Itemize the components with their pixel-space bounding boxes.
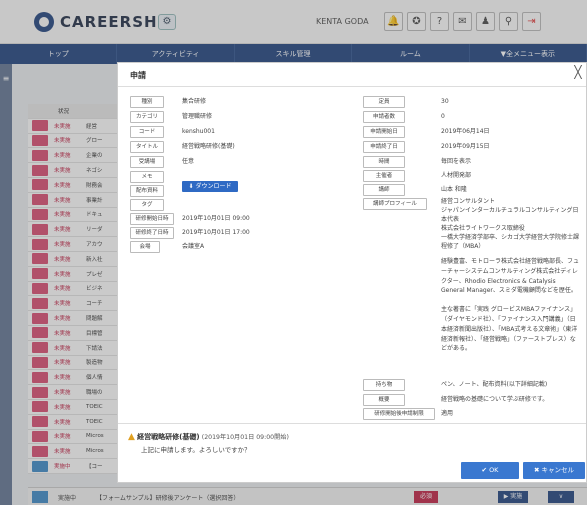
label-applicants: 申請者数	[363, 111, 405, 123]
value-late-apply-restriction: 適用	[441, 410, 454, 417]
value-instructor-profile-4: 一橋大学経済学部卒、シカゴ大学経営大学院修士課程修了（MBA）	[441, 234, 580, 250]
value-category: 管理職研修	[182, 113, 213, 120]
cancel-button[interactable]: ✖ キャンセル	[523, 462, 585, 479]
modal-footer-divider	[118, 423, 586, 424]
value-capacity: 30	[441, 98, 449, 105]
warning-line: ▲ 経営戦略研修(基礎) (2019年10月01日 09:00開始)	[128, 432, 289, 442]
label-end-datetime: 研修終了日時	[130, 227, 174, 239]
label-summary: 概要	[363, 394, 405, 406]
label-apply-end: 申請終了日	[363, 141, 405, 153]
value-belongings: ペン、ノート、配布資料(以下詳細記載)	[441, 381, 548, 388]
value-organizer: 人材開発部	[441, 172, 472, 179]
value-code: kenshu001	[182, 128, 215, 135]
value-apply-start: 2019年06月14日	[441, 128, 490, 135]
value-apply-end: 2019年09月15日	[441, 143, 490, 150]
value-start-datetime: 2019年10月01日 09:00	[182, 215, 250, 222]
value-applicants: 0	[441, 113, 445, 120]
download-label: ダウンロード	[195, 183, 232, 190]
value-instructor: 山本 和隆	[441, 186, 467, 193]
check-icon: ✔	[481, 466, 490, 474]
label-apply-start: 申請開始日	[363, 126, 405, 138]
value-instructor-profile-2: ジャパンインターカルチュラルコンサルティング日本代表	[441, 207, 579, 223]
label-belongings: 持ち物	[363, 379, 405, 391]
label-instructor-profile: 講師プロフィール	[363, 198, 427, 210]
profile-books: 主な著書に「実践 グロービスMBAファイナンス」（ダイヤモンド社）、「ファイナン…	[441, 306, 578, 353]
instructor-profile-notes: 経験豊富、モトローラ株式会社経営戦略部長、フューチャーシステムコンサルティング株…	[441, 257, 581, 363]
warning-icon: ▲	[128, 432, 135, 442]
label-type: 種別	[130, 96, 164, 108]
modal-title: 申請	[130, 71, 146, 80]
close-icon[interactable]: ╳	[572, 66, 584, 79]
cancel-label: キャンセル	[541, 466, 575, 474]
download-button[interactable]: ⬇ ダウンロード	[182, 181, 238, 192]
warning-title: 経営戦略研修(基礎)	[137, 433, 200, 441]
value-type: 集合研修	[182, 98, 207, 105]
label-handout: 配布資料	[130, 185, 164, 197]
profile-career: 経験豊富、モトローラ株式会社経営戦略部長、フューチャーシステムコンサルティング株…	[441, 258, 580, 295]
ok-label: OK	[489, 466, 499, 474]
value-instructor-profile-1: 経営コンサルタント	[441, 198, 496, 205]
value-instructor-profile-3: 株式会社ライトワークス取締役	[441, 225, 525, 232]
value-end-datetime: 2019年10月01日 17:00	[182, 229, 250, 236]
value-title: 経営戦略研修(基礎)	[182, 143, 235, 150]
label-time: 時間	[363, 156, 405, 168]
label-category: カテゴリ	[130, 111, 164, 123]
value-attendance: 任意	[182, 158, 195, 165]
value-venue: 会議室A	[182, 243, 205, 250]
label-instructor: 講師	[363, 184, 405, 196]
value-time: 毎回を表示	[441, 158, 472, 165]
value-summary: 経営戦略の基礎について学ぶ研修です。	[441, 396, 549, 403]
label-code: コード	[130, 126, 164, 138]
label-venue: 会場	[130, 241, 160, 253]
close-x-icon: ✖	[533, 466, 542, 474]
label-title: タイトル	[130, 141, 164, 153]
label-tag: タグ	[130, 199, 164, 211]
label-late-apply-restriction: 研修開始後申請制限	[363, 408, 435, 420]
label-organizer: 主催者	[363, 170, 405, 182]
label-attendance: 受講場	[130, 156, 164, 168]
confirm-text: 上記に申請します。よろしいですか？	[141, 446, 251, 454]
ok-button[interactable]: ✔ OK	[461, 462, 519, 479]
label-capacity: 定員	[363, 96, 405, 108]
apply-modal: 申請 ╳ 種別 集合研修 カテゴリ 管理職研修 コード kenshu001 タイ…	[117, 62, 587, 483]
label-memo: メモ	[130, 171, 164, 183]
divider	[118, 86, 586, 87]
label-start-datetime: 研修開始日時	[130, 213, 174, 225]
warning-datetime: (2019年10月01日 09:00開始)	[201, 434, 289, 441]
